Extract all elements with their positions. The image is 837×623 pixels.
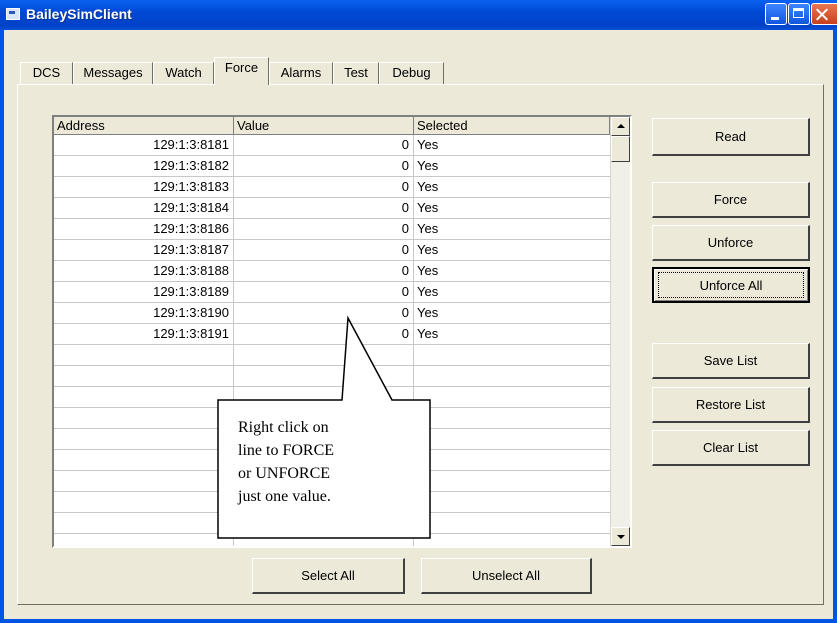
selected-cell: Yes xyxy=(417,326,439,341)
address-cell: 129:1:3:8181 xyxy=(54,135,234,155)
tab-messages[interactable]: Messages xyxy=(73,62,153,84)
tab-alarms[interactable]: Alarms xyxy=(269,62,333,84)
value-cell: 0 xyxy=(234,156,414,176)
address-cell: 129:1:3:8189 xyxy=(54,282,234,302)
address-cell: 129:1:3:8187 xyxy=(54,240,234,260)
address-cell: 129:1:3:8182 xyxy=(54,156,234,176)
unforce-button[interactable]: Unforce xyxy=(652,225,810,261)
read-button[interactable]: Read xyxy=(652,118,810,156)
address-cell: 129:1:3:8186 xyxy=(54,219,234,239)
list-row[interactable]: 129:1:3:8190 0 Yes xyxy=(54,303,610,324)
address-cell: 129:1:3:8190 xyxy=(54,303,234,323)
tab-test[interactable]: Test xyxy=(333,62,379,84)
tab-force[interactable]: Force xyxy=(214,57,269,85)
value-cell: 0 xyxy=(234,240,414,260)
list-row[interactable]: 129:1:3:8186 0 Yes xyxy=(54,219,610,240)
value-cell: 0 xyxy=(234,177,414,197)
address-cell: 129:1:3:8191 xyxy=(54,324,234,344)
force-button[interactable]: Force xyxy=(652,182,810,218)
address-cell: 129:1:3:8183 xyxy=(54,177,234,197)
selected-cell: Yes xyxy=(417,158,439,173)
scroll-down-arrow-icon[interactable] xyxy=(611,527,630,546)
list-row[interactable]: 129:1:3:8189 0 Yes xyxy=(54,282,610,303)
callout-text: Right click on line to FORCE or UNFORCE … xyxy=(238,419,335,505)
unforce-all-label: Unforce All xyxy=(699,277,763,293)
empty-row[interactable] xyxy=(54,534,610,546)
selected-cell: Yes xyxy=(417,242,439,257)
app-window: BaileySimClient DCS Messages Watch Force… xyxy=(0,0,837,623)
empty-row[interactable] xyxy=(54,345,610,366)
save-list-button[interactable]: Save List xyxy=(652,343,810,379)
column-header-address[interactable]: Address xyxy=(54,117,234,135)
empty-row[interactable] xyxy=(54,387,610,408)
unforce-all-button[interactable]: Unforce All xyxy=(652,267,810,303)
value-cell: 0 xyxy=(234,219,414,239)
value-cell: 0 xyxy=(234,198,414,218)
list-row[interactable]: 129:1:3:8182 0 Yes xyxy=(54,156,610,177)
maximize-icon[interactable] xyxy=(788,3,810,25)
address-cell: 129:1:3:8184 xyxy=(54,198,234,218)
app-window-icon xyxy=(6,8,20,20)
list-row[interactable]: 129:1:3:8191 0 Yes xyxy=(54,324,610,345)
column-header-selected[interactable]: Selected xyxy=(414,117,610,135)
list-row[interactable]: 129:1:3:8181 0 Yes xyxy=(54,135,610,156)
scroll-up-arrow-icon[interactable] xyxy=(611,117,630,136)
empty-row[interactable] xyxy=(54,513,610,534)
value-cell: 0 xyxy=(234,282,414,302)
tab-dcs[interactable]: DCS xyxy=(20,62,73,84)
list-row[interactable]: 129:1:3:8183 0 Yes xyxy=(54,177,610,198)
clear-list-button[interactable]: Clear List xyxy=(652,430,810,466)
column-header-value[interactable]: Value xyxy=(234,117,414,135)
selected-cell: Yes xyxy=(417,200,439,215)
select-all-button[interactable]: Select All xyxy=(252,558,405,594)
value-cell: 0 xyxy=(234,261,414,281)
tab-watch[interactable]: Watch xyxy=(153,62,214,84)
selected-cell: Yes xyxy=(417,284,439,299)
selected-cell: Yes xyxy=(417,137,439,152)
value-cell: 0 xyxy=(234,303,414,323)
restore-list-button[interactable]: Restore List xyxy=(652,387,810,423)
empty-row[interactable] xyxy=(54,366,610,387)
window-title: BaileySimClient xyxy=(26,6,132,22)
selected-cell: Yes xyxy=(417,221,439,236)
close-icon[interactable] xyxy=(811,3,837,25)
minimize-icon[interactable] xyxy=(765,3,787,25)
value-cell: 0 xyxy=(234,324,414,344)
value-cell: 0 xyxy=(234,135,414,155)
unselect-all-button[interactable]: Unselect All xyxy=(421,558,592,594)
tab-debug[interactable]: Debug xyxy=(379,62,444,84)
selected-cell: Yes xyxy=(417,179,439,194)
scroll-thumb[interactable] xyxy=(611,136,630,162)
selected-cell: Yes xyxy=(417,263,439,278)
address-cell: 129:1:3:8188 xyxy=(54,261,234,281)
list-row[interactable]: 129:1:3:8188 0 Yes xyxy=(54,261,610,282)
vertical-scrollbar[interactable] xyxy=(610,117,630,546)
list-row[interactable]: 129:1:3:8184 0 Yes xyxy=(54,198,610,219)
title-bar[interactable]: BaileySimClient xyxy=(0,0,837,30)
list-row[interactable]: 129:1:3:8187 0 Yes xyxy=(54,240,610,261)
selected-cell: Yes xyxy=(417,305,439,320)
